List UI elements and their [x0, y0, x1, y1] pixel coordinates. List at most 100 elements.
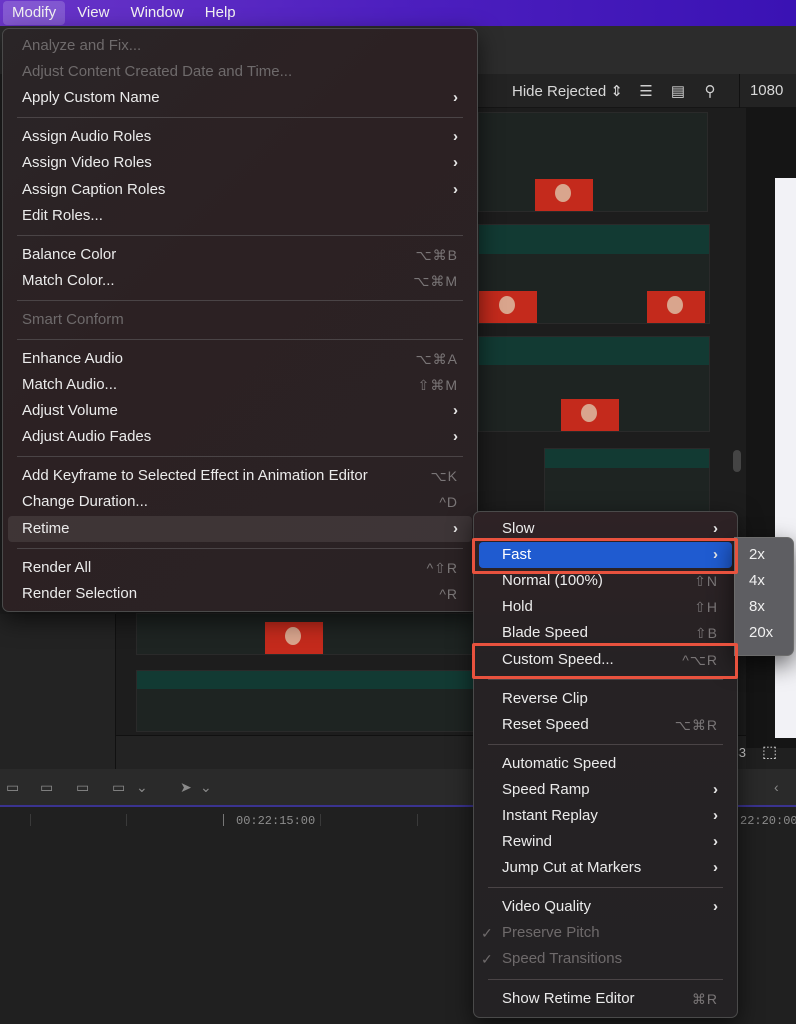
menubar-window[interactable]: Window	[121, 1, 192, 25]
menu-item-hold[interactable]: Hold ⇧H	[479, 594, 732, 620]
menu-item-assign-audio-roles[interactable]: Assign Audio Roles ›	[8, 124, 472, 150]
menu-separator	[488, 978, 723, 980]
menu-item-label: Edit Roles...	[22, 206, 103, 224]
menu-item-balance-color[interactable]: Balance Color ⌥⌘B	[8, 242, 472, 268]
clip-thumbnail[interactable]	[136, 613, 476, 655]
menu-bar: Modify View Window Help	[0, 0, 796, 26]
search-icon[interactable]: ⚲	[701, 82, 719, 100]
menu-item-assign-video-roles[interactable]: Assign Video Roles ›	[8, 150, 472, 176]
keyboard-shortcut: ⌥⌘B	[415, 246, 458, 263]
retime-submenu: Slow › Fast › Normal (100%) ⇧N Hold ⇧H Blade Spe…	[473, 511, 738, 1018]
menu-item-apply-custom-name[interactable]: Apply Custom Name ›	[8, 85, 472, 111]
keyboard-shortcut: ^D	[439, 494, 458, 511]
menu-item-adjust-volume[interactable]: Adjust Volume ›	[8, 398, 472, 424]
insert-clip-icon[interactable]: ▭	[40, 779, 53, 796]
menu-item-edit-roles[interactable]: Edit Roles...	[8, 203, 472, 229]
timecode-label: 22:20:00	[740, 814, 796, 828]
menubar-help[interactable]: Help	[196, 1, 245, 25]
menu-item-label: Adjust Volume	[22, 402, 118, 420]
checkmark-icon: ✓	[481, 951, 493, 968]
keyboard-shortcut: ⌥⌘A	[415, 350, 458, 367]
overwrite-clip-icon[interactable]: ▭	[112, 779, 125, 796]
chevron-right-icon: ›	[453, 128, 458, 146]
filmstrip-icon[interactable]: ▤	[669, 82, 687, 100]
chevron-right-icon: ›	[453, 180, 458, 198]
menu-item-label: Jump Cut at Markers	[502, 859, 642, 877]
chevron-right-icon: ›	[713, 859, 718, 877]
chevron-right-icon: ›	[713, 780, 718, 798]
menu-item-speed-2x[interactable]: 2x	[735, 542, 793, 568]
menu-item-label: Adjust Audio Fades	[22, 428, 152, 446]
menu-item-render-all[interactable]: Render All ^⇧R	[8, 555, 472, 581]
menu-item-speed-8x[interactable]: 8x	[735, 594, 793, 620]
select-tool-icon[interactable]: ➤	[180, 779, 192, 796]
menu-item-label: Render Selection	[22, 584, 138, 602]
menu-separator	[17, 547, 463, 549]
menu-separator	[17, 299, 463, 301]
menu-item-retime[interactable]: Retime ›	[8, 515, 472, 542]
menu-item-automatic-speed[interactable]: Automatic Speed	[479, 751, 732, 777]
hide-rejected-filter[interactable]: Hide Rejected ⇕	[512, 82, 623, 100]
menu-separator	[488, 743, 723, 745]
keyboard-shortcut: ⌥K	[430, 468, 458, 485]
browser-scrollbar[interactable]	[733, 450, 741, 472]
menu-separator	[17, 456, 463, 458]
chevron-down-icon[interactable]: ⌄	[200, 779, 212, 796]
menu-item-add-keyframe-to-selected-effect-in-animation-editor[interactable]: Add Keyframe to Selected Effect in Anima…	[8, 463, 472, 489]
menu-item-reverse-clip[interactable]: Reverse Clip	[479, 686, 732, 712]
menu-item-label: Match Audio...	[22, 376, 118, 394]
menu-item-speed-4x[interactable]: 4x	[735, 568, 793, 594]
ruler-tick	[223, 814, 224, 826]
highlight-box-custom-speed	[472, 643, 738, 679]
chevron-right-icon: ›	[453, 89, 458, 107]
menubar-modify[interactable]: Modify	[3, 1, 66, 25]
clip-thumbnail[interactable]	[544, 448, 710, 512]
menu-item-adjust-audio-fades[interactable]: Adjust Audio Fades ›	[8, 424, 472, 450]
menu-item-label: Balance Color	[22, 245, 117, 263]
chevron-right-icon: ›	[453, 154, 458, 172]
menu-item-label: Smart Conform	[22, 310, 124, 328]
timecode-label: 00:22:15:00	[236, 814, 316, 828]
clip-appearance-icon[interactable]: ☰	[637, 82, 655, 100]
menu-item-match-audio[interactable]: Match Audio... ⇧⌘M	[8, 372, 472, 398]
menu-item-label: Enhance Audio	[22, 349, 123, 367]
menu-item-rewind[interactable]: Rewind ›	[479, 829, 732, 855]
menu-item-reset-speed[interactable]: Reset Speed ⌥⌘R	[479, 712, 732, 738]
menu-item-render-selection[interactable]: Render Selection ^R	[8, 581, 472, 607]
transform-icon[interactable]: ⬚	[762, 742, 777, 762]
menu-item-label: Adjust Content Created Date and Time...	[22, 63, 293, 81]
chevron-left-icon[interactable]: ‹	[774, 779, 779, 795]
menu-item-label: Reverse Clip	[502, 689, 588, 707]
menu-item-video-quality[interactable]: Video Quality ›	[479, 894, 732, 920]
chevron-down-icon[interactable]: ⌄	[136, 779, 148, 796]
keyboard-shortcut: ^R	[439, 585, 458, 602]
menubar-view[interactable]: View	[68, 1, 118, 25]
menu-item-label: Change Duration...	[22, 493, 148, 511]
checkmark-icon: ✓	[481, 925, 493, 942]
resolution-label: 1080	[738, 73, 783, 108]
menu-separator	[17, 338, 463, 340]
menu-item-show-retime-editor[interactable]: Show Retime Editor ⌘R	[479, 986, 732, 1012]
menu-item-label: Match Color...	[22, 271, 115, 289]
menu-item-speed-ramp[interactable]: Speed Ramp ›	[479, 777, 732, 803]
menu-item-match-color[interactable]: Match Color... ⌥⌘M	[8, 268, 472, 294]
menu-item-label: Retime	[22, 519, 70, 537]
clip-thumbnail[interactable]	[478, 112, 708, 212]
clip-thumbnail[interactable]	[478, 224, 710, 324]
clip-thumbnail[interactable]	[478, 336, 710, 432]
menu-item-label: Video Quality	[502, 898, 591, 916]
menu-item-jump-cut-at-markers[interactable]: Jump Cut at Markers ›	[479, 855, 732, 881]
menu-item-instant-replay[interactable]: Instant Replay ›	[479, 803, 732, 829]
connect-clip-icon[interactable]: ▭	[6, 779, 19, 796]
menu-item-assign-caption-roles[interactable]: Assign Caption Roles ›	[8, 176, 472, 202]
menu-item-enhance-audio[interactable]: Enhance Audio ⌥⌘A	[8, 346, 472, 372]
menu-item-speed-20x[interactable]: 20x	[735, 620, 793, 646]
chevron-right-icon: ›	[453, 402, 458, 420]
menu-item-change-duration[interactable]: Change Duration... ^D	[8, 489, 472, 515]
menu-item-label: Show Retime Editor	[502, 989, 635, 1007]
menu-item-label: Add Keyframe to Selected Effect in Anima…	[22, 467, 368, 485]
append-clip-icon[interactable]: ▭	[76, 779, 89, 796]
menu-item-preserve-pitch: ✓ Preserve Pitch	[479, 920, 732, 946]
clip-thumbnail[interactable]	[136, 670, 476, 732]
keyboard-shortcut: ⇧H	[694, 599, 718, 616]
